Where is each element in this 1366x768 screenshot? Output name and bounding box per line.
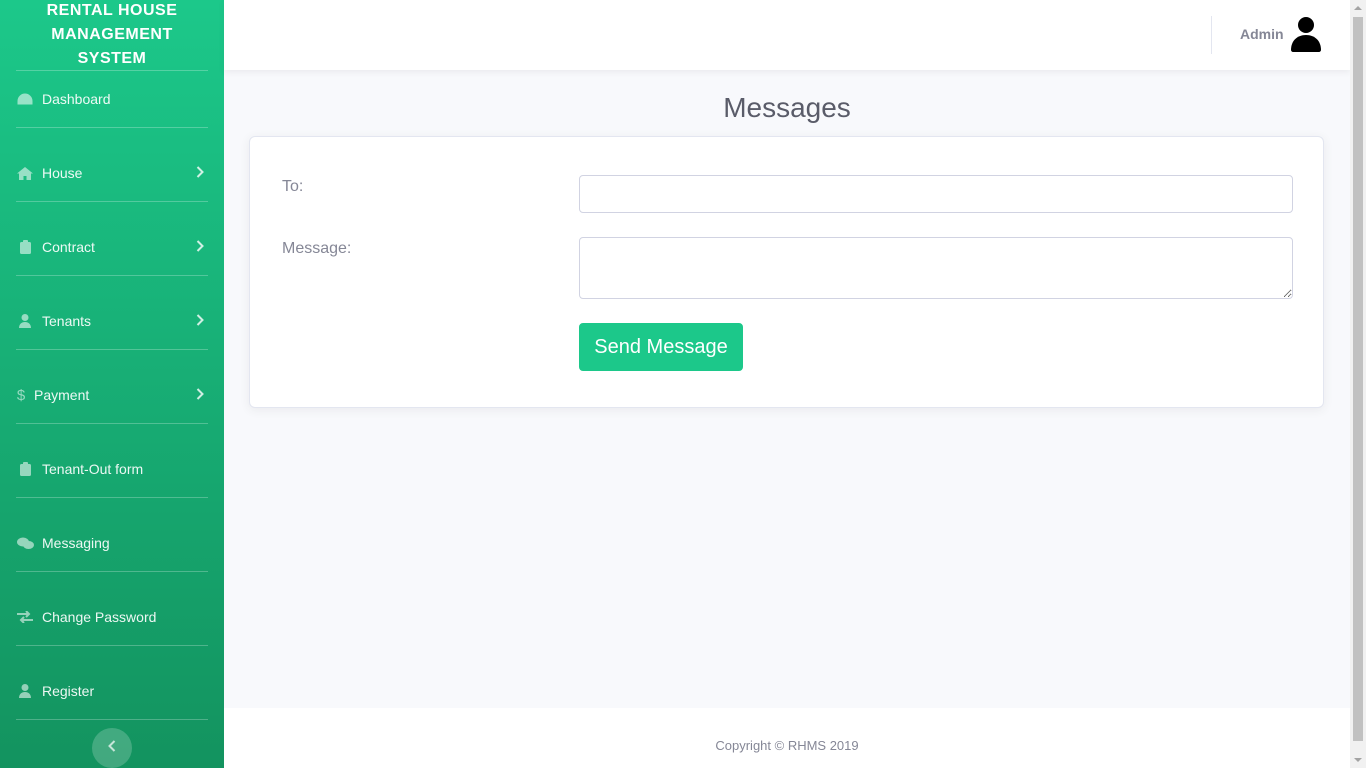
sidebar-item-messaging[interactable]: Messaging (0, 515, 224, 571)
sidebar-item-register[interactable]: Register (0, 663, 224, 719)
brand-title[interactable]: RENTAL HOUSE MANAGEMENT SYSTEM (0, 0, 224, 70)
chevron-left-icon (108, 739, 116, 757)
user-avatar-icon[interactable] (1290, 16, 1322, 52)
chevron-right-icon (196, 239, 204, 255)
scroll-down-arrow-icon[interactable] (1350, 752, 1366, 768)
chevron-right-icon (196, 387, 204, 403)
exchange-icon (16, 610, 34, 624)
to-input[interactable] (579, 175, 1293, 213)
sidebar-item-label: Tenants (42, 313, 92, 329)
topbar-divider (1211, 16, 1212, 54)
brand-line-2: MANAGEMENT (51, 26, 173, 43)
sidebar-divider (16, 719, 208, 720)
brand-line-3: SYSTEM (77, 50, 147, 67)
clipboard-icon (16, 240, 34, 254)
sidebar-item-label: Change Password (42, 609, 157, 625)
message-form-card: To: Message: Send Message (249, 136, 1324, 408)
sidebar-item-label: Dashboard (42, 91, 111, 107)
sidebar-item-payment[interactable]: $ Payment (0, 367, 224, 423)
sidebar-item-label: Contract (42, 239, 95, 255)
sidebar-item-label: Register (42, 683, 95, 699)
sidebar-toggle-button[interactable] (92, 728, 132, 768)
send-message-button[interactable]: Send Message (579, 323, 743, 371)
copyright-text: Copyright © RHMS 2019 (715, 737, 859, 753)
scroll-thumb[interactable] (1353, 17, 1363, 741)
page-title: Messages (723, 92, 851, 123)
tachometer-icon (16, 92, 34, 106)
user-icon (16, 314, 34, 328)
sidebar-item-label: House (42, 165, 83, 181)
chevron-right-icon (196, 165, 204, 181)
sidebar: RENTAL HOUSE MANAGEMENT SYSTEM Dashboard… (0, 0, 224, 768)
sidebar-item-dashboard[interactable]: Dashboard (0, 71, 224, 127)
home-icon (16, 166, 34, 180)
chevron-right-icon (196, 313, 204, 329)
sidebar-item-house[interactable]: House (0, 145, 224, 201)
clipboard-icon (16, 462, 34, 476)
sidebar-item-label: Payment (34, 387, 90, 403)
message-label: Message: (282, 240, 352, 257)
sidebar-item-tenants[interactable]: Tenants (0, 293, 224, 349)
sidebar-item-change-password[interactable]: Change Password (0, 589, 224, 645)
brand-line-1: RENTAL HOUSE (46, 2, 178, 19)
user-name[interactable]: Admin (1240, 26, 1284, 42)
user-icon (16, 684, 34, 698)
message-textarea[interactable] (579, 237, 1293, 299)
sidebar-item-label: Tenant-Out form (42, 461, 144, 477)
topbar: Admin (224, 0, 1350, 70)
sidebar-item-label: Messaging (42, 535, 110, 551)
footer: Copyright © RHMS 2019 (224, 708, 1350, 768)
scroll-up-arrow-icon[interactable] (1350, 0, 1366, 16)
sidebar-item-tenant-out-form[interactable]: Tenant-Out form (0, 441, 224, 497)
dollar-icon: $ (16, 386, 26, 404)
vertical-scrollbar[interactable] (1350, 0, 1366, 768)
comments-icon (16, 536, 34, 550)
to-label: To: (282, 178, 304, 195)
sidebar-item-contract[interactable]: Contract (0, 219, 224, 275)
